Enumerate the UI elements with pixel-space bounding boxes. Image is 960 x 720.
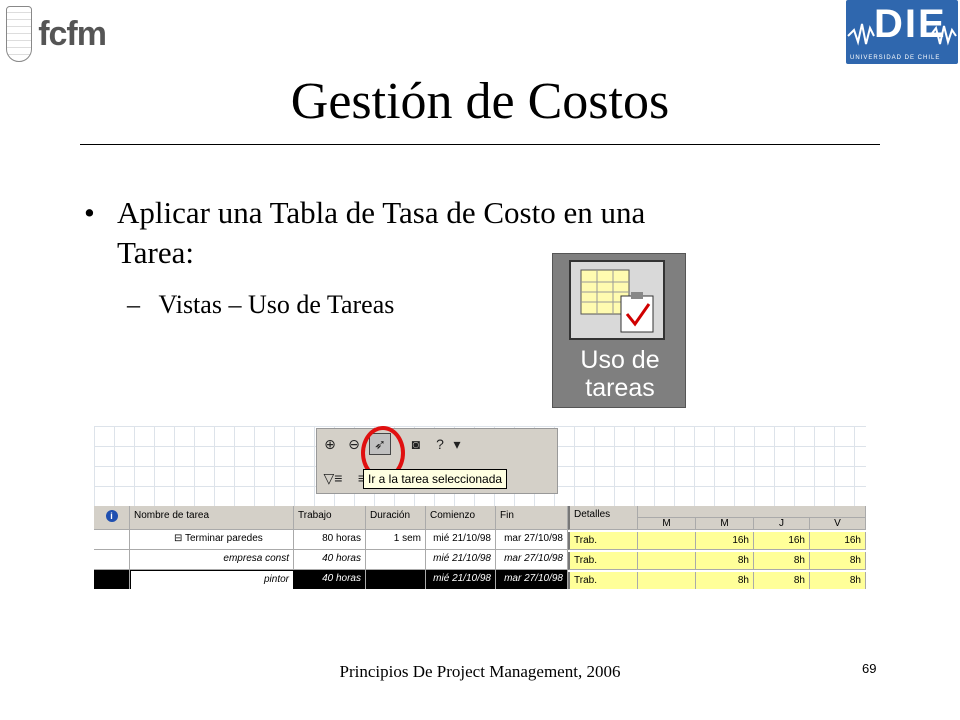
die-logo-text: DIE — [874, 2, 947, 46]
row-indicator — [94, 530, 130, 550]
detail-label: Trab. — [568, 572, 638, 589]
table-row[interactable]: empresa const 40 horas mié 21/10/98 mar … — [94, 550, 568, 570]
assignment-duration[interactable] — [366, 570, 426, 589]
die-logo: DIE UNIVERSIDAD DE CHILE — [846, 0, 958, 64]
detail-value[interactable]: 8h — [810, 572, 866, 589]
detail-label: Trab. — [568, 532, 638, 550]
column-header-trabajo[interactable]: Trabajo — [294, 506, 366, 530]
detail-value[interactable]: 8h — [810, 552, 866, 570]
detail-value[interactable]: 8h — [696, 572, 754, 589]
assignment-start[interactable]: mié 21/10/98 — [426, 570, 496, 589]
detail-value[interactable]: 8h — [754, 552, 810, 570]
slide-title: Gestión de Costos — [290, 73, 670, 130]
task-usage-view-button[interactable]: Uso de tareas — [552, 253, 686, 408]
fcfm-logo-text: fcfm — [38, 14, 107, 53]
camera-icon[interactable]: ◙ — [405, 433, 427, 455]
detail-value[interactable] — [638, 552, 696, 570]
detail-value[interactable]: 16h — [696, 532, 754, 550]
title-divider — [80, 144, 880, 145]
detail-value[interactable]: 8h — [754, 572, 810, 589]
sub-bullet-text: Vistas – Uso de Tareas — [158, 290, 395, 319]
sub-bullet-glyph: – — [127, 290, 140, 319]
column-header-duracion[interactable]: Duración — [366, 506, 426, 530]
column-header-fin[interactable]: Fin — [496, 506, 568, 530]
timescale-day: M — [638, 518, 696, 530]
assignment-work[interactable]: 40 horas — [294, 550, 366, 570]
slide-footer: Principios De Project Management, 2006 — [339, 662, 621, 681]
assignment-duration[interactable] — [366, 550, 426, 570]
detail-label: Trab. — [568, 552, 638, 570]
detail-value[interactable]: 16h — [810, 532, 866, 550]
zoom-in-icon[interactable]: ⊕ — [319, 433, 341, 455]
row-indicator — [94, 550, 130, 570]
project-screenshot: ⊕ ⊖ ➶ ◙ ? ▾ ▽≡ ≡ Ir a la tarea seleccion… — [94, 426, 866, 589]
timescale-day: V — [810, 518, 866, 530]
university-crest-icon — [6, 6, 33, 62]
detail-value[interactable] — [638, 572, 696, 589]
fcfm-logo: fcfm — [6, 6, 107, 62]
timescale-day: M — [696, 518, 754, 530]
table-row-selected[interactable]: pintor 40 horas mié 21/10/98 mar 27/10/9… — [94, 570, 568, 589]
task-duration[interactable]: 1 sem — [366, 530, 426, 550]
bullet-glyph: • — [84, 195, 95, 230]
task-work[interactable]: 80 horas — [294, 530, 366, 550]
task-usage-icon — [569, 260, 665, 340]
column-header-comienzo[interactable]: Comienzo — [426, 506, 496, 530]
tooltip: Ir a la tarea seleccionada — [363, 469, 508, 489]
chevron-down-icon[interactable]: ▾ — [451, 433, 463, 455]
die-logo-subtext: UNIVERSIDAD DE CHILE — [850, 55, 941, 61]
detail-value[interactable] — [638, 532, 696, 550]
sub-bullet: – Vistas – Uso de Tareas — [127, 290, 394, 320]
detail-value[interactable]: 16h — [754, 532, 810, 550]
task-usage-label: Uso de tareas — [553, 346, 687, 402]
info-icon: i — [94, 506, 130, 530]
task-name[interactable]: ⊟ Terminar paredes — [130, 530, 294, 550]
help-icon[interactable]: ? — [429, 433, 451, 455]
assignment-finish[interactable]: mar 27/10/98 — [496, 550, 568, 570]
filter-icon[interactable]: ▽≡ — [319, 467, 347, 489]
assignment-work[interactable]: 40 horas — [294, 570, 366, 589]
row-indicator — [94, 570, 130, 589]
task-start[interactable]: mié 21/10/98 — [426, 530, 496, 550]
column-header-name[interactable]: Nombre de tarea — [130, 506, 294, 530]
assignment-name[interactable]: pintor — [130, 570, 294, 589]
assignment-name[interactable]: empresa const — [130, 550, 294, 570]
table-header-row: i Nombre de tarea Trabajo Duración Comie… — [94, 506, 568, 530]
task-usage-label-line2: tareas — [585, 374, 655, 402]
assignment-finish[interactable]: mar 27/10/98 — [496, 570, 568, 589]
details-header: Detalles — [568, 506, 638, 530]
page-number: 69 — [862, 661, 877, 676]
timescale-day: J — [754, 518, 810, 530]
table-row[interactable]: ⊟ Terminar paredes 80 horas 1 sem mié 21… — [94, 530, 568, 550]
detail-value[interactable]: 8h — [696, 552, 754, 570]
timescale-top — [638, 506, 866, 518]
assignment-start[interactable]: mié 21/10/98 — [426, 550, 496, 570]
task-finish[interactable]: mar 27/10/98 — [496, 530, 568, 550]
task-usage-label-line1: Uso de — [580, 346, 660, 374]
